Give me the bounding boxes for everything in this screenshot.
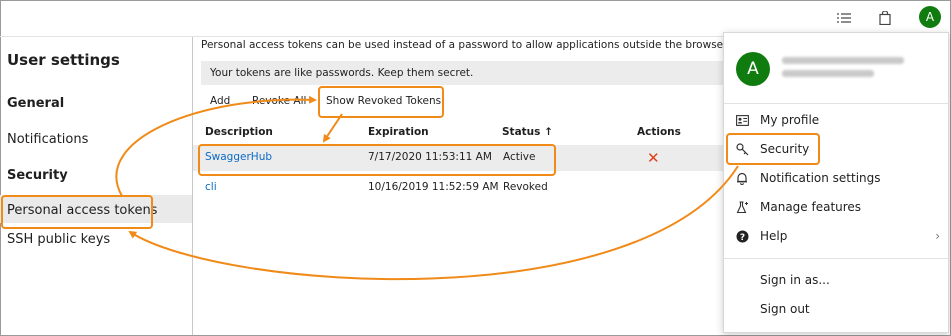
secret-warning-banner: Your tokens are like passwords. Keep the…	[201, 61, 723, 85]
add-token-button[interactable]: Add	[210, 95, 230, 107]
menu-item-label: Sign out	[760, 302, 810, 316]
shopping-bag-icon[interactable]	[875, 8, 895, 28]
menu-item-label: Sign in as...	[760, 273, 830, 287]
menu-item-notification-settings[interactable]: Notification settings	[724, 166, 948, 192]
token-name-link[interactable]: SwaggerHub	[205, 151, 272, 163]
menu-item-my-profile[interactable]: My profile	[724, 108, 948, 134]
menu-item-label: Manage features	[760, 200, 862, 214]
column-header-description[interactable]: Description	[205, 126, 273, 138]
list-icon[interactable]	[834, 8, 854, 28]
revoke-all-button[interactable]: Revoke All	[252, 95, 306, 107]
sidebar-heading-security: Security	[7, 168, 68, 183]
column-header-expiration[interactable]: Expiration	[368, 126, 429, 138]
bell-icon	[734, 170, 750, 186]
menu-divider	[724, 258, 948, 259]
token-expiration: 10/16/2019 11:52:59 AM	[368, 181, 499, 193]
key-icon	[734, 141, 750, 157]
menu-item-label: Notification settings	[760, 171, 881, 185]
tokens-panel: Personal access tokens can be used inste…	[193, 37, 723, 335]
user-avatar-button[interactable]: A	[919, 6, 941, 28]
menu-item-security[interactable]: Security	[724, 137, 948, 163]
menu-item-sign-out[interactable]: Sign out	[724, 297, 948, 323]
beaker-sparkle-icon	[734, 199, 750, 215]
token-expiration: 7/17/2020 11:53:11 AM	[368, 151, 492, 163]
menu-item-sign-in-as[interactable]: Sign in as...	[724, 268, 948, 294]
table-row[interactable]: SwaggerHub 7/17/2020 11:53:11 AM Active …	[193, 145, 723, 171]
show-revoked-tokens-button[interactable]: Show Revoked Tokens	[324, 95, 444, 107]
revoke-token-icon[interactable]: ✕	[647, 149, 660, 167]
column-header-status[interactable]: Status ↑	[502, 126, 553, 138]
token-status: Revoked	[503, 181, 548, 193]
sidebar-item-personal-access-tokens[interactable]: Personal access tokens	[7, 203, 157, 218]
table-row[interactable]: cli 10/16/2019 11:52:59 AM Revoked	[193, 175, 723, 201]
svg-text:?: ?	[739, 233, 744, 243]
contact-card-icon	[734, 112, 750, 128]
menu-item-label: Security	[760, 142, 810, 156]
help-icon: ?	[734, 228, 750, 244]
menu-avatar: A	[736, 52, 770, 86]
sidebar-item-ssh-public-keys[interactable]: SSH public keys	[7, 232, 110, 247]
profile-menu: A My profile Security Notification setti…	[723, 32, 949, 333]
tokens-description: Personal access tokens can be used inste…	[201, 39, 723, 51]
column-header-actions: Actions	[637, 126, 681, 138]
blurred-user-name	[782, 57, 904, 64]
menu-item-manage-features[interactable]: Manage features	[724, 195, 948, 221]
sidebar-heading-general: General	[7, 96, 65, 111]
token-name-link[interactable]: cli	[205, 181, 217, 193]
menu-item-label: My profile	[760, 113, 820, 127]
chevron-right-icon: ›	[935, 229, 940, 243]
settings-sidebar: User settings General Notifications Secu…	[0, 37, 193, 335]
menu-item-label: Help	[760, 229, 788, 243]
sidebar-item-notifications[interactable]: Notifications	[7, 132, 88, 147]
sidebar-title: User settings	[7, 51, 120, 69]
menu-divider	[724, 103, 948, 104]
blurred-user-email	[782, 70, 874, 77]
token-status: Active	[503, 151, 536, 163]
menu-item-help[interactable]: ? Help ›	[724, 224, 948, 250]
